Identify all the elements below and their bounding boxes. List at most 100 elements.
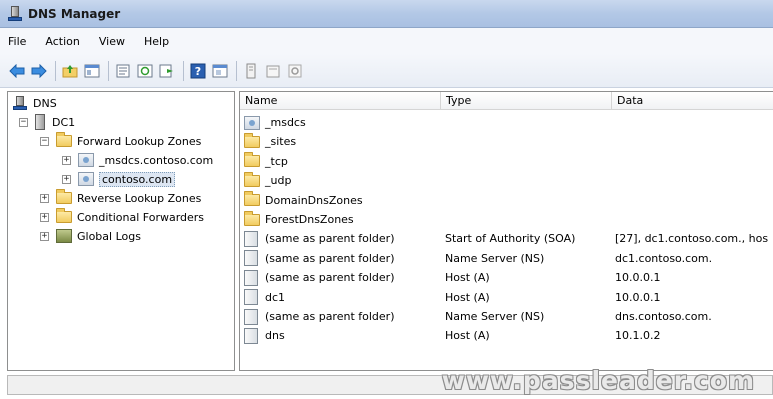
back-arrow-icon[interactable] [8,62,26,80]
table-row[interactable]: dns Host (A) 10.1.0.2 [240,326,773,345]
dns-server-icon [13,95,27,111]
toolbar-separator [55,60,56,81]
console-tree-icon[interactable] [83,62,101,80]
folder-icon [56,208,72,223]
cell-name: (same as parent folder) [244,229,444,248]
tree-item-reverse-lookup-zones[interactable]: + Reverse Lookup Zones [40,189,201,207]
toolbar-separator [108,60,109,81]
table-row[interactable]: (same as parent folder) Name Server (NS) d… [240,249,773,268]
tree-item-dns[interactable]: DNS [13,94,57,112]
cell-name: _tcp [244,152,444,171]
table-row[interactable]: _msdcs [240,113,773,132]
menu-bar: File Action View Help [0,28,773,54]
record-icon[interactable] [242,62,260,80]
cell-type [445,152,610,171]
row-name: dc1 [265,290,286,304]
tree-label-selected: contoso.com [99,171,176,187]
column-header-data[interactable]: Data [612,92,773,110]
cell-data: 10.1.0.2 [615,329,661,343]
cell-data: 10.0.0.1 [615,290,661,304]
table-row[interactable]: DomainDnsZones [240,191,773,210]
expand-icon[interactable]: + [40,231,49,241]
tree-label: _msdcs.contoso.com [99,153,214,167]
refresh-icon[interactable] [136,62,154,80]
tree-item-dc1[interactable]: − DC1 [19,113,75,131]
menu-view[interactable]: View [99,35,125,48]
tree-label: DC1 [52,115,76,129]
column-header-name[interactable]: Name [240,92,441,110]
watermark-text: www.passleader.com [441,366,755,395]
cell-type: Start of Authority (SOA) [445,232,576,246]
cell-type [445,113,610,132]
records-list[interactable]: Name Type Data _msdcs _sites _tcp _udp Domai… [239,91,773,371]
window-icon[interactable] [211,62,229,80]
tree-label: DNS [33,96,57,110]
table-row[interactable]: (same as parent folder) Name Server (NS) d… [240,307,773,326]
table-row[interactable]: _udp [240,171,773,190]
tree-item-contoso-zone[interactable]: + contoso.com [62,170,176,188]
cell-type: Name Server (NS) [445,310,545,323]
folder-icon [244,171,260,187]
expand-icon[interactable]: + [62,155,71,165]
folder-icon [56,189,72,204]
menu-action[interactable]: Action [45,35,79,48]
cell-name: (same as parent folder) [244,307,444,326]
expand-icon[interactable]: + [40,193,49,203]
cell-name: dc1 [244,288,444,307]
title-bar: DNS Manager [0,0,773,28]
zone-icon [78,153,94,167]
cell-type: Host (A) [445,271,490,285]
gear-icon[interactable] [286,62,304,80]
console-tree[interactable]: DNS − DC1 − Forward Lookup Zones + _msdc… [7,91,235,371]
expand-icon[interactable]: + [40,212,49,222]
up-folder-icon[interactable] [61,62,79,80]
server-icon [35,114,45,130]
table-row[interactable]: (same as parent folder) Host (A) 10.0.0.1 [240,268,773,287]
folder-icon [244,210,260,226]
table-row[interactable]: (same as parent folder) Start of Authorit… [240,229,773,248]
properties-icon[interactable] [114,62,132,80]
toolbar-separator [236,60,237,81]
row-name: (same as parent folder) [265,310,395,323]
collapse-icon[interactable]: − [19,117,28,127]
export-list-icon[interactable] [158,62,176,80]
tree-item-msdcs-zone[interactable]: + _msdcs.contoso.com [62,151,213,169]
zone-delegation-icon [244,115,260,130]
forward-arrow-icon[interactable] [30,62,48,80]
menu-help[interactable]: Help [144,35,169,48]
folder-icon [244,191,260,207]
list-header: Name Type Data [240,92,773,110]
tree-label: Conditional Forwarders [77,210,205,224]
help-icon[interactable]: ? [189,62,207,80]
tree-label: Reverse Lookup Zones [77,191,202,205]
table-row[interactable]: _tcp [240,152,773,171]
cell-name: _msdcs [244,113,444,132]
expand-icon[interactable]: + [62,174,71,184]
cell-data [615,171,773,190]
cell-name: ForestDnsZones [244,210,444,229]
table-row[interactable]: ForestDnsZones [240,210,773,229]
dns-manager-icon [8,5,22,22]
column-header-type[interactable]: Type [441,92,612,110]
cell-data: dc1.contoso.com. [615,251,713,265]
tree-item-forward-lookup-zones[interactable]: − Forward Lookup Zones [40,132,201,150]
folder-icon [244,132,260,148]
cell-name: (same as parent folder) [244,249,444,268]
tree-item-conditional-forwarders[interactable]: + Conditional Forwarders [40,208,204,226]
cell-type: Host (A) [445,290,490,304]
folder-icon [56,132,72,147]
row-name: _tcp [265,154,288,168]
table-row[interactable]: _sites [240,132,773,151]
row-name: (same as parent folder) [265,232,395,246]
cell-type: Name Server (NS) [445,251,545,265]
cell-data: dns.contoso.com. [615,310,712,323]
folder-page-icon[interactable] [264,62,282,80]
record-icon [244,289,258,306]
collapse-icon[interactable]: − [40,136,49,146]
tree-label: Global Logs [77,229,141,243]
table-row[interactable]: dc1 Host (A) 10.0.0.1 [240,288,773,307]
tree-item-global-logs[interactable]: + Global Logs [40,227,141,245]
cell-name: _udp [244,171,444,190]
menu-file[interactable]: File [8,35,26,48]
row-name: ForestDnsZones [265,213,354,226]
